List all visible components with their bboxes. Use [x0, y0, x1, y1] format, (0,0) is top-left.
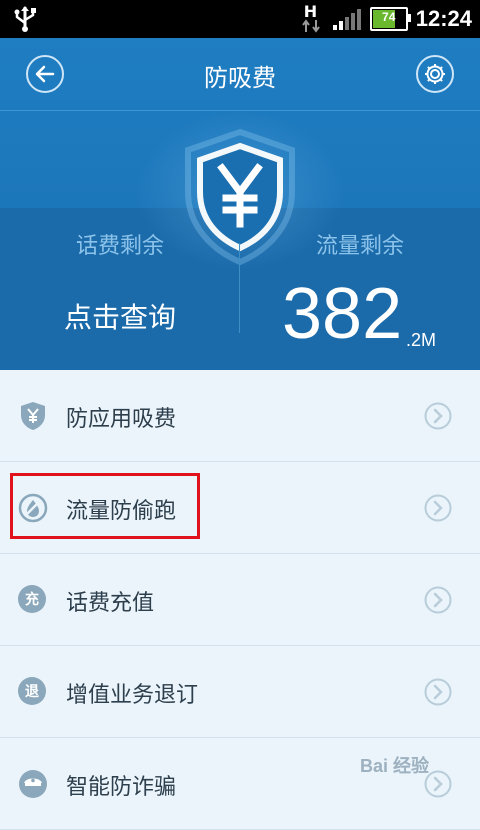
data-arrows-icon: H — [301, 2, 324, 36]
chevron-right-icon — [424, 402, 452, 434]
chevron-right-icon — [424, 586, 452, 618]
data-remaining-value: 382 — [282, 274, 403, 354]
data-remaining-label: 流量剩余 — [315, 234, 404, 259]
unsubscribe-glyph: 退 — [18, 677, 46, 705]
menu-item-label: 智能防诈骗 — [66, 775, 177, 800]
header: 防吸费 话费剩余 流量剩余 点击查询 382 .2M — [0, 38, 480, 370]
signal-icon — [332, 9, 361, 30]
battery-icon: 74 — [369, 7, 411, 31]
gear-icon — [425, 64, 445, 84]
menu-item-label: 防应用吸费 — [66, 407, 177, 432]
battery-level: 74 — [382, 10, 396, 24]
yen-shield-icon — [18, 401, 48, 431]
menu-item-label: 话费充值 — [66, 591, 155, 616]
menu-item-unsubscribe[interactable]: 退 增值业务退订 — [0, 646, 480, 738]
chevron-right-icon — [424, 494, 452, 526]
charge-icon: 充 — [18, 585, 48, 615]
menu-item-app-fee-protection[interactable]: 防应用吸费 — [0, 370, 480, 462]
watermark: Bai 经验 — [360, 756, 430, 776]
police-cap-icon — [18, 769, 48, 799]
title-bar: 防吸费 — [0, 38, 480, 111]
unsubscribe-icon: 退 — [18, 677, 48, 707]
settings-button[interactable] — [416, 55, 454, 93]
data-remaining-unit: .2M — [406, 330, 437, 350]
usb-icon — [12, 5, 38, 37]
clock: 12:24 — [415, 6, 472, 31]
charge-glyph: 充 — [18, 585, 46, 613]
balance-label: 话费剩余 — [75, 234, 164, 259]
page-title: 防吸费 — [204, 64, 276, 92]
menu-item-label: 增值业务退订 — [66, 683, 199, 708]
balance-query-button[interactable]: 点击查询 — [0, 296, 240, 336]
status-bar: H 74 12:24 — [0, 0, 480, 38]
chevron-right-icon — [424, 678, 452, 710]
red-highlight-box — [10, 473, 200, 539]
menu-item-recharge[interactable]: 充 话费充值 — [0, 554, 480, 646]
